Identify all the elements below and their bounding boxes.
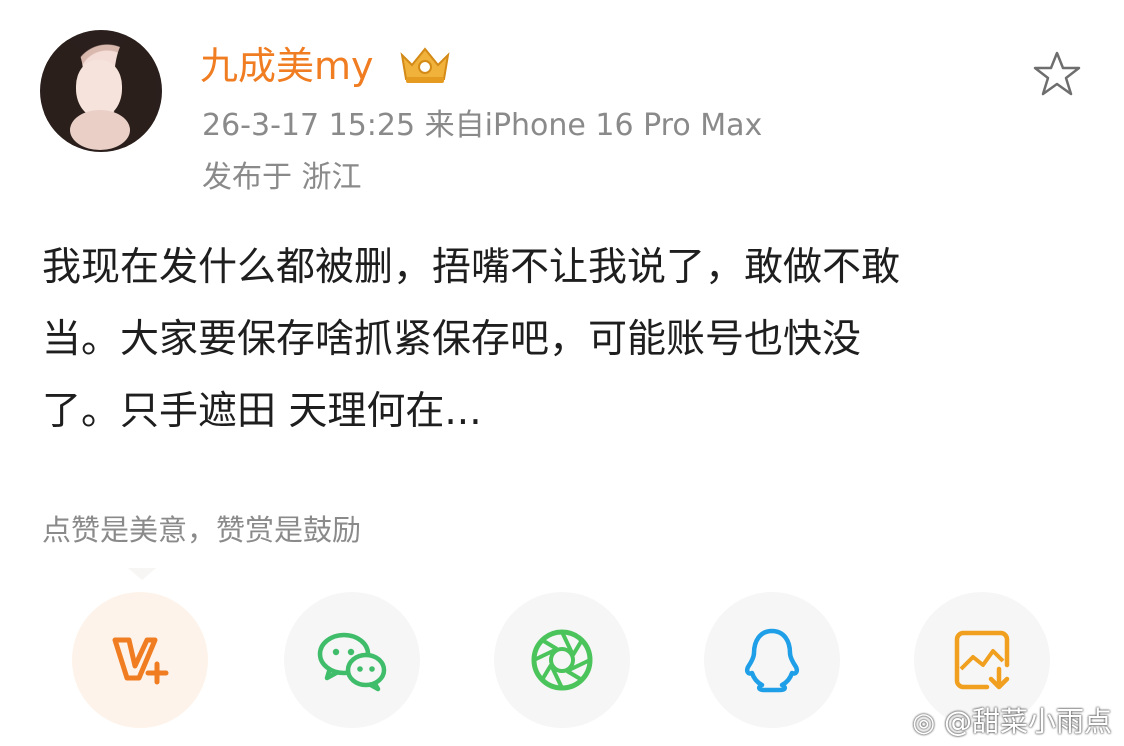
favorite-star-icon[interactable] [1032,50,1082,98]
post-text-line: 了。只手遮田 天理何在... [42,389,482,434]
wechat-icon [317,632,387,692]
wechat-share-button[interactable] [284,592,420,728]
post-timestamp-source: 26-3-17 15:25 来自iPhone 16 Pro Max [202,108,763,143]
vplus-icon [112,637,169,685]
moments-share-button[interactable] [494,592,630,728]
post-body: 我现在发什么都被删，捂嘴不让我说了，敢做不敢 当。大家要保存啥抓紧保存吧，可能账… [42,232,1062,448]
avatar[interactable] [40,30,162,152]
post-text-line: 我现在发什么都被删，捂嘴不让我说了，敢做不敢 [42,245,901,290]
watermark: ◎ @甜菜小雨点 [912,700,1112,740]
qq-share-button[interactable] [704,592,840,728]
post-text-line: 当。大家要保存啥抓紧保存吧，可能账号也快没 [42,317,862,362]
vplus-button[interactable] [72,592,208,728]
crown-badge-icon[interactable] [398,45,452,85]
reward-note: 点赞是美意，赞赏是鼓励 [42,513,362,547]
author-name[interactable]: 九成美my [200,42,374,90]
post-location: 发布于 浙江 [202,160,362,195]
tooltip-pointer [128,568,156,580]
watermark-text: @甜菜小雨点 [943,705,1112,738]
moments-icon [531,629,593,691]
save-image-icon [954,630,1010,690]
weibo-logo-icon: ◎ [912,708,936,738]
qq-icon [744,628,800,693]
